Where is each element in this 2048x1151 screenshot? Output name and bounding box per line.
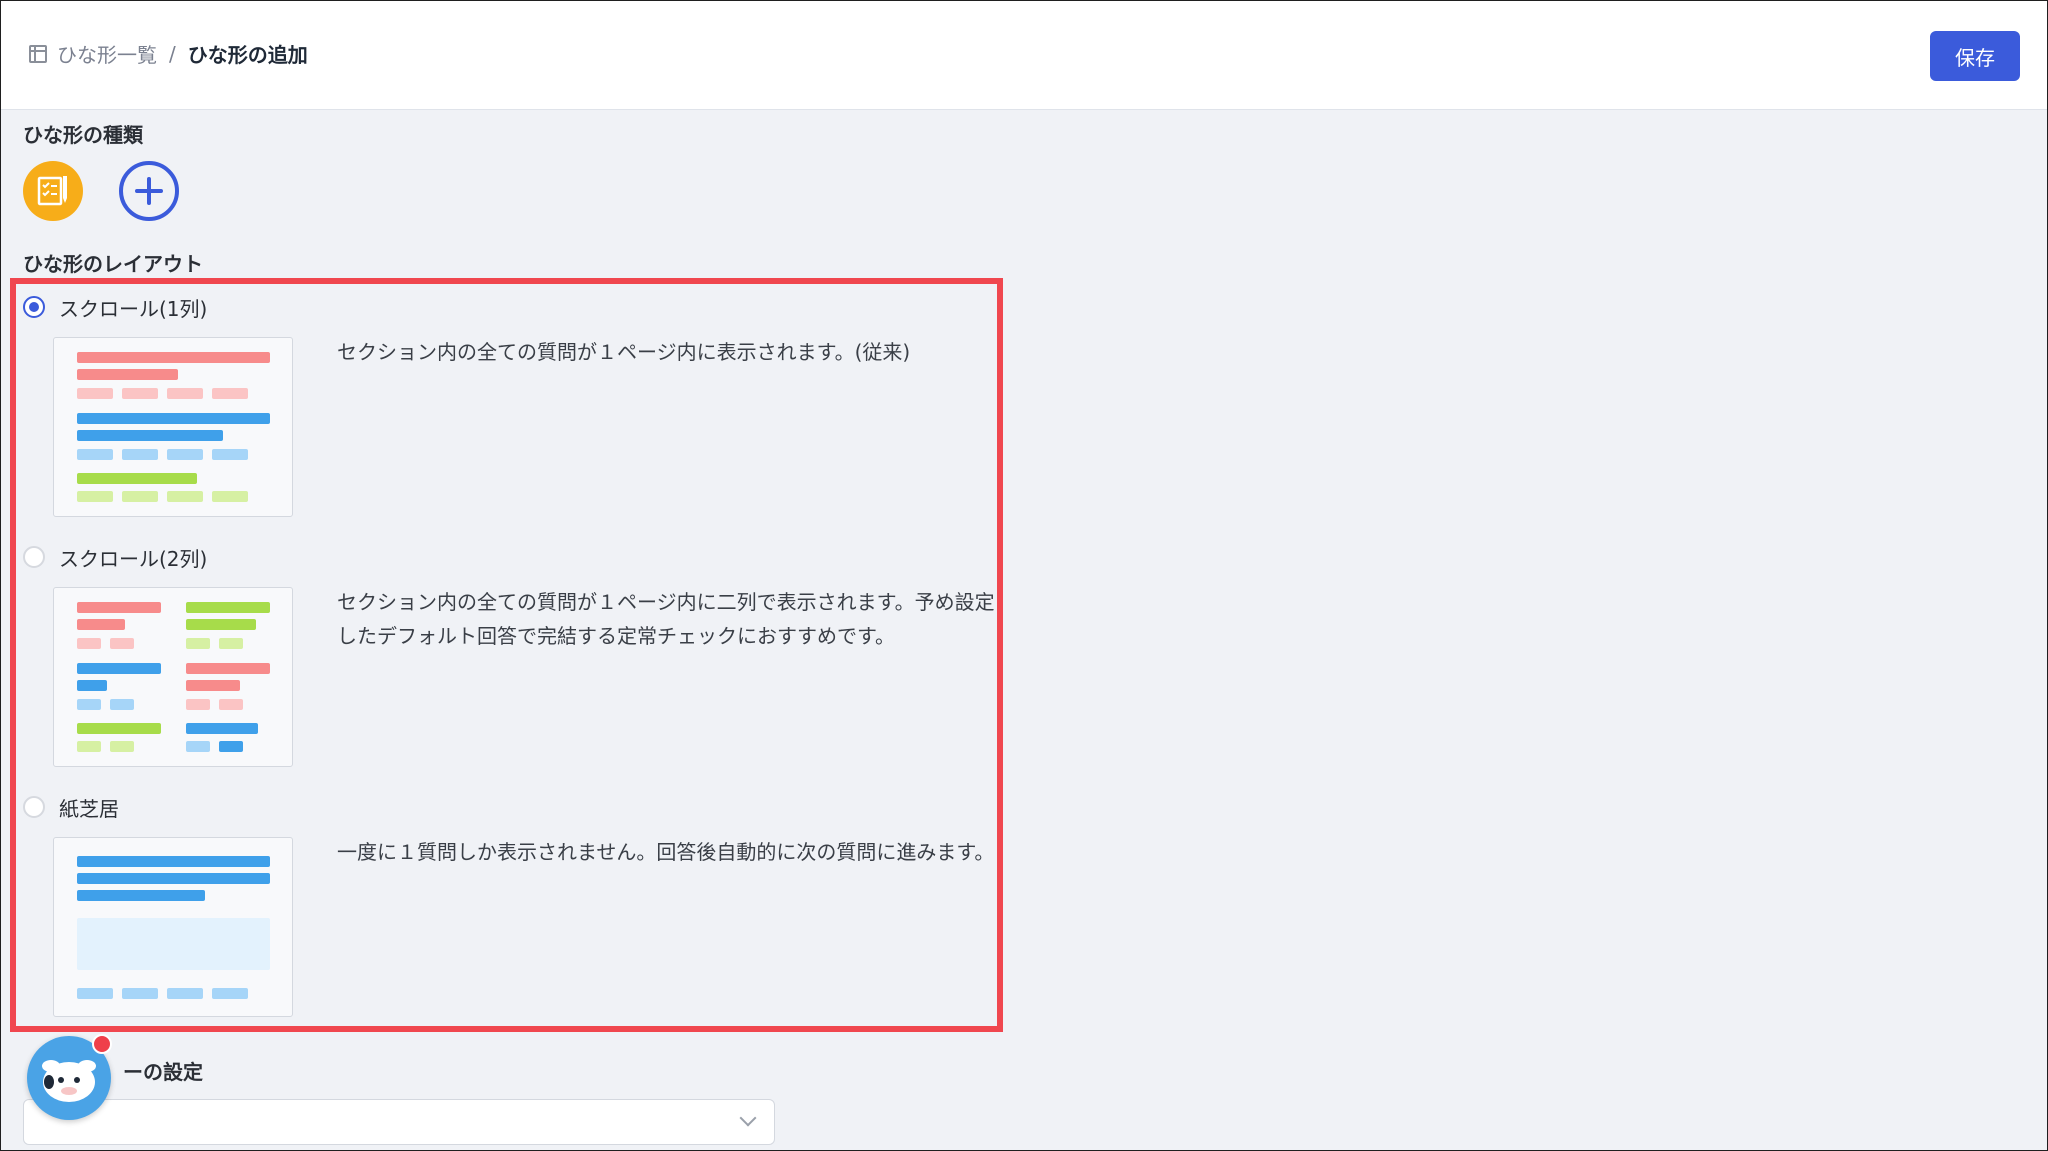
description-scroll-2col: セクション内の全ての質問が１ページ内に二列で表示されます。予め設定したデフォルト… — [337, 590, 995, 648]
preview-scroll-2col — [53, 587, 293, 767]
plus-icon — [135, 177, 163, 205]
header: ひな形一覧 / ひな形の追加 保存 — [1, 1, 2047, 110]
radio-scroll-2col[interactable] — [23, 546, 45, 568]
description-slideshow: 一度に１質問しか表示されません。回答後自動的に次の質問に進みます。 — [337, 840, 995, 864]
cover-select[interactable] — [23, 1099, 775, 1145]
option-label-slideshow[interactable]: 紙芝居 — [59, 793, 119, 822]
cover-setting-title: ーの設定 — [123, 1060, 203, 1084]
app-frame: ひな形一覧 / ひな形の追加 保存 ひな形の種類 ひな形のレイアウト スクロール… — [0, 0, 2048, 1151]
radio-slideshow[interactable] — [23, 796, 45, 818]
breadcrumb-separator: / — [169, 41, 176, 66]
layout-title: ひな形のレイアウト — [23, 252, 203, 276]
add-template-type-button[interactable] — [119, 161, 179, 221]
breadcrumb-parent-link[interactable]: ひな形一覧 — [57, 39, 157, 68]
radio-scroll-1col[interactable] — [23, 296, 45, 318]
checklist-icon[interactable] — [23, 161, 83, 221]
breadcrumb: ひな形一覧 / ひな形の追加 — [29, 39, 308, 68]
option-label-scroll-1col[interactable]: スクロール(1列) — [59, 293, 207, 322]
template-list-icon — [29, 44, 47, 63]
breadcrumb-current: ひな形の追加 — [187, 43, 308, 67]
template-type-title: ひな形の種類 — [23, 123, 143, 147]
chevron-down-icon — [739, 1109, 757, 1127]
notification-badge — [92, 1034, 112, 1054]
preview-scroll-1col — [53, 337, 293, 517]
save-button[interactable]: 保存 — [1930, 31, 2020, 81]
description-scroll-1col: セクション内の全ての質問が１ページ内に表示されます。(従来) — [337, 340, 911, 364]
option-label-scroll-2col[interactable]: スクロール(2列) — [59, 543, 207, 572]
preview-slideshow — [53, 837, 293, 1017]
